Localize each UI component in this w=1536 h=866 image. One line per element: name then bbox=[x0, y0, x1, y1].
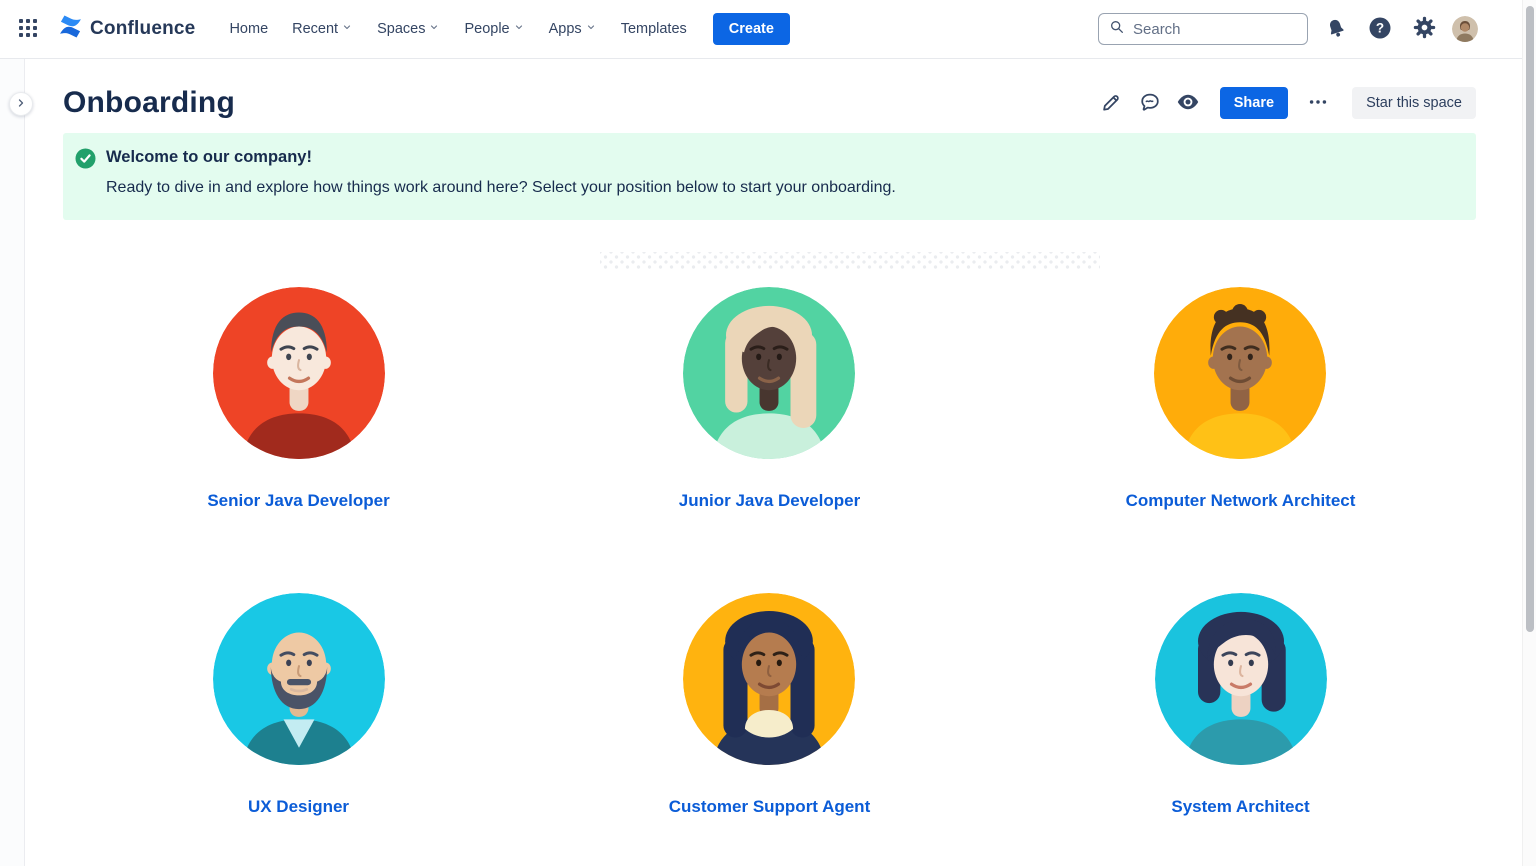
comment-button[interactable] bbox=[1134, 87, 1166, 119]
svg-text:?: ? bbox=[1376, 20, 1384, 35]
pencil-icon bbox=[1101, 91, 1123, 116]
bell-icon bbox=[1325, 17, 1347, 42]
chevron-down-icon bbox=[341, 21, 353, 37]
roles-grid: Senior Java Developer Junior Java Develo… bbox=[63, 287, 1476, 817]
page-body: Onboarding Share Star this space Welcome… bbox=[0, 59, 1536, 866]
question-mark-icon: ? bbox=[1368, 16, 1392, 43]
role-avatar-illustration bbox=[1154, 287, 1327, 459]
role-avatar-illustration bbox=[212, 593, 385, 765]
role-link[interactable]: Junior Java Developer bbox=[679, 491, 860, 511]
role-avatar-illustration bbox=[683, 593, 856, 765]
chevron-down-icon bbox=[585, 21, 597, 37]
confluence-logo[interactable]: Confluence bbox=[58, 14, 195, 44]
banner-message: Ready to dive in and explore how things … bbox=[106, 179, 896, 196]
watch-button[interactable] bbox=[1172, 87, 1204, 119]
role-avatar-illustration bbox=[212, 287, 385, 459]
nav-item-people[interactable]: People bbox=[456, 15, 532, 43]
primary-nav: Home Recent Spaces People Apps Templates bbox=[221, 15, 694, 43]
top-navigation-bar: Confluence Home Recent Spaces People App… bbox=[0, 0, 1536, 59]
notifications-button[interactable] bbox=[1320, 13, 1352, 45]
create-button[interactable]: Create bbox=[712, 13, 790, 45]
comment-icon bbox=[1139, 91, 1161, 116]
chevron-right-icon bbox=[15, 97, 27, 112]
role-card-senior-java-developer[interactable]: Senior Java Developer bbox=[207, 287, 390, 511]
role-link[interactable]: Senior Java Developer bbox=[207, 491, 389, 511]
eye-icon bbox=[1176, 90, 1200, 117]
app-switcher-button[interactable] bbox=[12, 13, 44, 45]
role-link[interactable]: Customer Support Agent bbox=[669, 797, 870, 817]
edit-button[interactable] bbox=[1096, 87, 1128, 119]
role-card-customer-support-agent[interactable]: Customer Support Agent bbox=[669, 593, 870, 817]
share-button[interactable]: Share bbox=[1219, 87, 1289, 119]
nav-item-templates[interactable]: Templates bbox=[613, 15, 695, 43]
more-actions-button[interactable] bbox=[1302, 87, 1334, 119]
role-card-system-architect[interactable]: System Architect bbox=[1154, 593, 1327, 817]
sidebar-collapsed-rail bbox=[0, 59, 25, 866]
chevron-down-icon bbox=[428, 21, 440, 37]
confluence-logo-icon bbox=[58, 14, 83, 44]
grid-icon bbox=[19, 18, 37, 40]
nav-item-recent[interactable]: Recent bbox=[284, 15, 361, 43]
page-title: Onboarding bbox=[63, 86, 235, 119]
success-check-icon bbox=[75, 148, 96, 174]
role-card-computer-network-architect[interactable]: Computer Network Architect bbox=[1126, 287, 1356, 511]
star-space-button[interactable]: Star this space bbox=[1352, 87, 1476, 119]
product-name: Confluence bbox=[90, 18, 196, 39]
role-card-ux-designer[interactable]: UX Designer bbox=[212, 593, 385, 817]
role-link[interactable]: System Architect bbox=[1171, 797, 1309, 817]
help-button[interactable]: ? bbox=[1364, 13, 1396, 45]
search-icon bbox=[1109, 19, 1125, 40]
scrollbar-thumb[interactable] bbox=[1526, 6, 1534, 632]
search-input[interactable] bbox=[1133, 20, 1283, 38]
role-card-junior-java-developer[interactable]: Junior Java Developer bbox=[679, 287, 860, 511]
welcome-banner: Welcome to our company! Ready to dive in… bbox=[63, 133, 1476, 220]
role-avatar-illustration bbox=[1154, 593, 1327, 765]
gear-icon bbox=[1413, 16, 1436, 42]
search-box[interactable] bbox=[1098, 13, 1308, 45]
role-link[interactable]: UX Designer bbox=[248, 797, 349, 817]
topbar-right-controls: ? bbox=[1098, 13, 1478, 45]
ellipsis-icon bbox=[1307, 91, 1329, 116]
role-avatar-illustration bbox=[683, 287, 856, 459]
nav-item-spaces[interactable]: Spaces bbox=[369, 15, 448, 43]
expand-sidebar-button[interactable] bbox=[9, 92, 33, 116]
nav-item-apps[interactable]: Apps bbox=[541, 15, 605, 43]
chevron-down-icon bbox=[513, 21, 525, 37]
banner-heading: Welcome to our company! bbox=[106, 148, 312, 166]
page-actions: Share Star this space bbox=[1096, 87, 1476, 119]
user-avatar[interactable] bbox=[1452, 16, 1478, 42]
nav-item-home[interactable]: Home bbox=[221, 15, 276, 43]
page-header: Onboarding Share Star this space bbox=[63, 59, 1476, 120]
role-link[interactable]: Computer Network Architect bbox=[1126, 491, 1356, 511]
settings-button[interactable] bbox=[1408, 13, 1440, 45]
page-scrollbar[interactable] bbox=[1522, 0, 1536, 866]
